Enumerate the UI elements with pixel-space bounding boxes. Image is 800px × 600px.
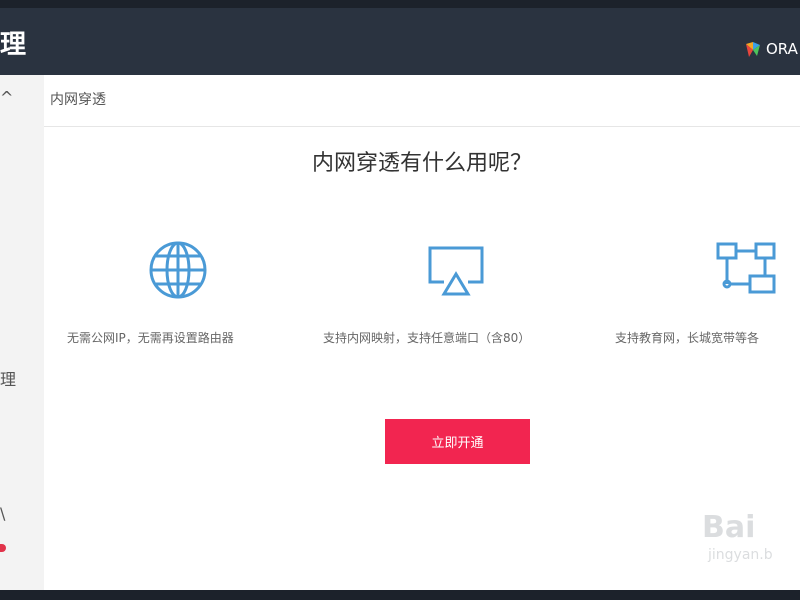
bottom-bar bbox=[0, 590, 800, 600]
top-navigation-bar: 理 ORA bbox=[0, 0, 800, 75]
watermark-logo-text: Bai bbox=[702, 510, 755, 545]
watermark-domain-text: jingyan.b bbox=[707, 547, 773, 563]
main-content: 内网穿透 内网穿透有什么用呢？ 无需公网IP，无需再设置路由器 支持内网映射，支… bbox=[44, 75, 800, 590]
feature-text-network-support: 支持教育网，长城宽带等各 bbox=[615, 331, 760, 345]
sidebar: ^ 理 \ bbox=[0, 75, 44, 590]
screen-cast-icon bbox=[428, 246, 484, 296]
sidebar-item-middle[interactable]: 理 bbox=[0, 371, 16, 389]
baidu-watermark: Bai jingyan.b bbox=[702, 510, 773, 563]
network-topology-icon bbox=[716, 242, 776, 294]
router-logo-icon bbox=[746, 42, 760, 57]
globe-icon bbox=[149, 241, 207, 299]
app-title-fragment: 理 bbox=[0, 30, 27, 60]
router-brand-name: ORA bbox=[766, 40, 798, 58]
feature-text-port-mapping: 支持内网映射，支持任意端口（含80） bbox=[323, 331, 531, 345]
breadcrumb: 内网穿透 bbox=[50, 92, 106, 108]
sidebar-item-bottom[interactable]: \ bbox=[0, 505, 5, 523]
page-title: 内网穿透有什么用呢？ bbox=[311, 151, 532, 176]
activate-now-button[interactable]: 立即开通 bbox=[385, 419, 530, 464]
sidebar-item-top[interactable]: ^ bbox=[0, 89, 13, 107]
feature-text-no-public-ip: 无需公网IP，无需再设置路由器 bbox=[67, 331, 234, 345]
header-divider bbox=[44, 126, 800, 127]
